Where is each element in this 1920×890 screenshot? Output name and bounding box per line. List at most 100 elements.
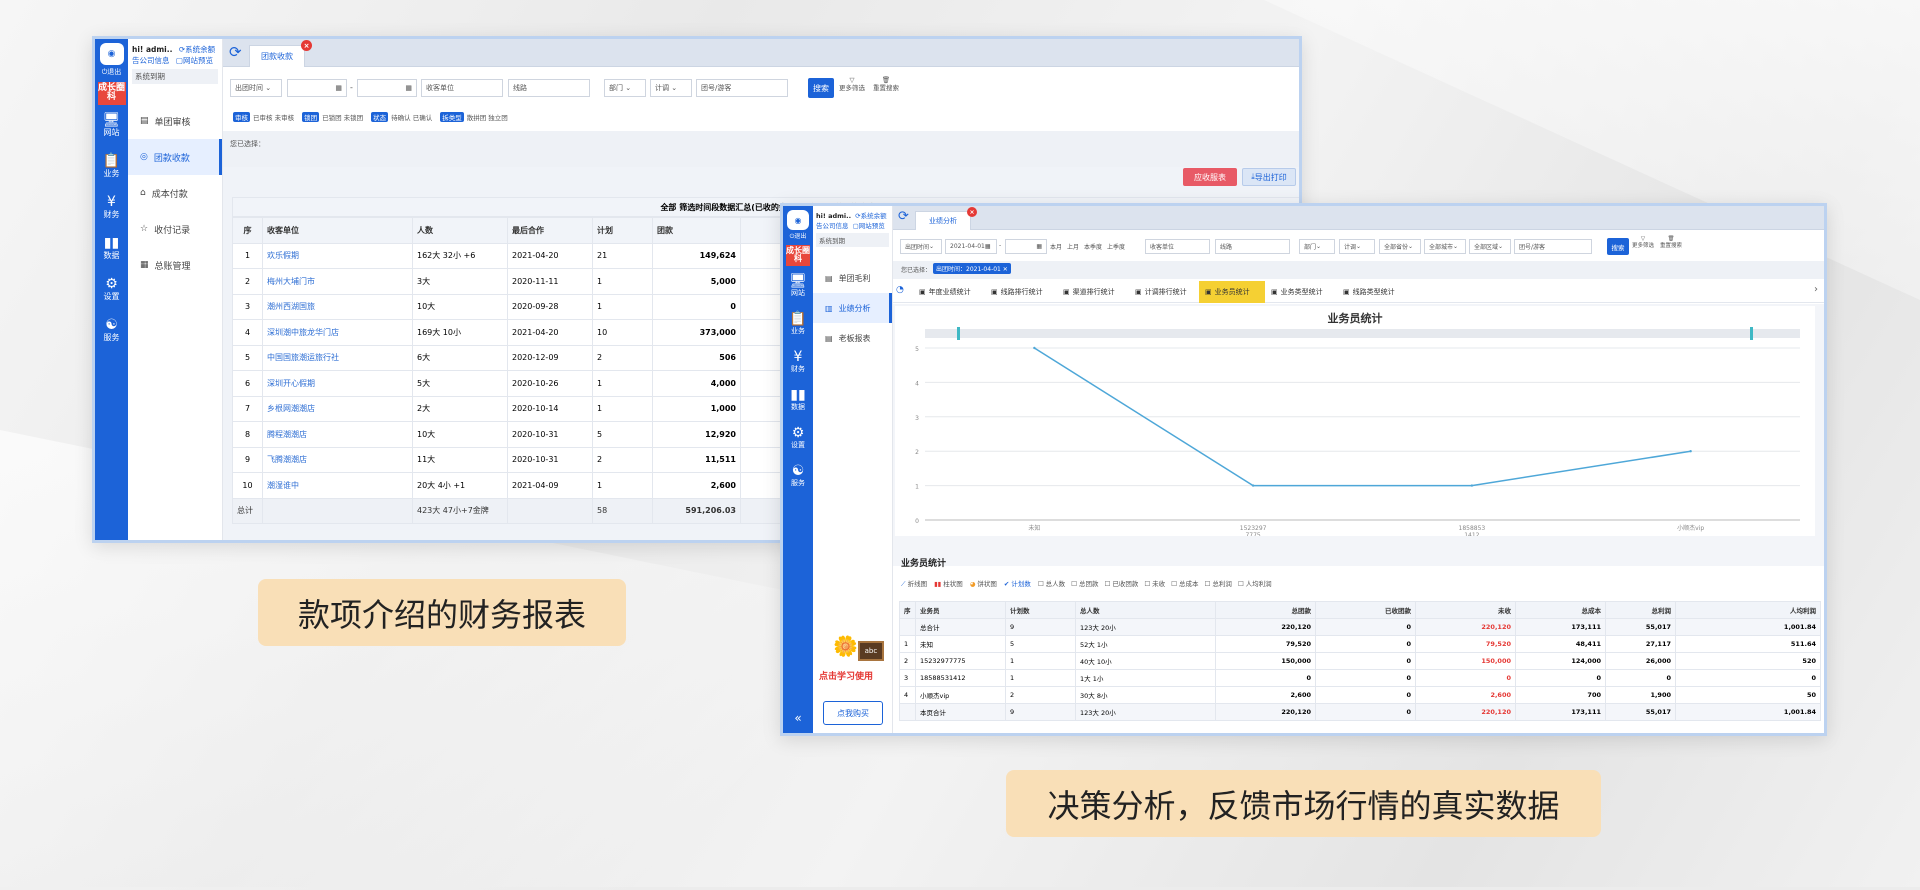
site-preview-link[interactable]: ▢网站预览: [853, 222, 885, 230]
quick-date-link[interactable]: 本季度: [1084, 244, 1102, 251]
rail-item-4[interactable]: ⚙ 设置: [783, 426, 813, 450]
table-cell[interactable]: 深圳开心假期: [262, 370, 413, 397]
column-header[interactable]: 计划: [592, 217, 653, 244]
table-cell[interactable]: 深圳潮中旅龙华门店: [262, 319, 413, 346]
receivable-report-button[interactable]: 应收服表: [1183, 168, 1237, 186]
collapse-button[interactable]: «: [783, 711, 813, 725]
rail-item-3[interactable]: ▮▮ 数据: [95, 236, 128, 261]
view-option-3[interactable]: ✔ 计划数: [1004, 580, 1031, 588]
date-type-select[interactable]: 出团时间 ⌄: [230, 79, 282, 97]
metric-checkbox-3[interactable]: ☐ 未收: [1144, 580, 1165, 588]
column-header[interactable]: 人均利润: [1675, 601, 1821, 619]
more-filter-button[interactable]: ▽ 更多筛选: [1632, 236, 1654, 249]
menu-item-3[interactable]: ☆ 收付记录: [128, 211, 222, 247]
refresh-icon[interactable]: ⟳: [229, 43, 242, 61]
table-cell[interactable]: 梅州大埔门市: [262, 268, 413, 295]
export-print-button[interactable]: ⤓ 导出打印: [1242, 168, 1296, 186]
rail-item-0[interactable]: 🖥 网站: [95, 113, 128, 138]
data-point[interactable]: [1689, 450, 1692, 453]
column-header[interactable]: 总团款: [1215, 601, 1316, 619]
stat-tab-0[interactable]: ▣ 年度业绩统计: [913, 281, 985, 303]
rail-item-0[interactable]: 🖥 网站: [783, 274, 813, 298]
column-header[interactable]: 序: [899, 601, 916, 619]
quick-date-link[interactable]: 上季度: [1107, 244, 1125, 251]
quick-date-link[interactable]: 本月: [1050, 244, 1062, 251]
site-preview-link[interactable]: ▢网站预览: [176, 56, 213, 65]
planner-select[interactable]: 计调 ⌄: [650, 79, 692, 97]
metric-checkbox-5[interactable]: ☐ 总利润: [1204, 580, 1231, 588]
metric-checkbox-4[interactable]: ☐ 总成本: [1171, 580, 1198, 588]
column-header[interactable]: 总成本: [1515, 601, 1606, 619]
chevron-right-icon[interactable]: ›: [1814, 284, 1818, 295]
column-header[interactable]: 业务员: [915, 601, 1006, 619]
column-header[interactable]: 收客单位: [262, 217, 413, 244]
tab-group-receipts[interactable]: 团款收款: [249, 45, 305, 67]
city-select[interactable]: 全部城市 ⌄: [1424, 239, 1466, 254]
column-header[interactable]: 计划数: [1005, 601, 1076, 619]
stat-tab-4[interactable]: ▣ 业务员统计: [1199, 281, 1265, 303]
planner-select[interactable]: 计调 ⌄: [1339, 239, 1375, 254]
status-filter-2[interactable]: 状态 待确认 已确认: [371, 112, 432, 122]
exit-link[interactable]: ⏻退出: [783, 231, 813, 241]
menu-item-0[interactable]: ▤ 单团毛利: [813, 263, 892, 293]
search-button[interactable]: 搜索: [808, 78, 834, 98]
menu-item-1[interactable]: ▥ 业绩分析: [813, 293, 892, 323]
table-cell[interactable]: 潮州西湖国旅: [262, 293, 413, 320]
table-row[interactable]: 1 未知 5 52大 1小 79,520 0 79,520 48,411 27,117 511.6…: [899, 635, 1821, 653]
growth-badge[interactable]: 成长圈科: [786, 245, 810, 266]
column-header[interactable]: 团款: [652, 217, 741, 244]
metric-checkbox-0[interactable]: ☐ 总人数: [1038, 580, 1065, 588]
menu-item-1[interactable]: ◎ 团款收款: [128, 139, 222, 175]
customer-unit-input[interactable]: 收客单位: [421, 79, 503, 97]
group-search-input[interactable]: 团号/游客: [1514, 239, 1592, 254]
status-filter-1[interactable]: 锁团 已锁团 未锁团: [302, 112, 363, 122]
stat-tab-1[interactable]: ▣ 线路排行统计: [985, 281, 1057, 303]
column-header[interactable]: 人数: [412, 217, 508, 244]
growth-badge[interactable]: 成长圈科: [97, 82, 126, 105]
data-point[interactable]: [1033, 346, 1036, 350]
rail-item-4[interactable]: ⚙ 设置: [95, 277, 128, 302]
system-balance-link[interactable]: ⟳系统余额: [179, 45, 215, 54]
table-row[interactable]: 2 15232977775 1 40大 10小 150,000 0 150,000 124,0…: [899, 652, 1821, 670]
dept-select[interactable]: 部门 ⌄: [1299, 239, 1335, 254]
company-info-link[interactable]: 告公司信息: [816, 222, 849, 230]
column-header[interactable]: 已收团款: [1315, 601, 1416, 619]
search-button[interactable]: 搜索: [1607, 238, 1629, 255]
reset-search-button[interactable]: 🗑 重置搜索: [1660, 236, 1682, 249]
reset-search-button[interactable]: 🗑 重置搜索: [873, 76, 899, 93]
start-date-input[interactable]: 2021-04-01 ▦: [945, 239, 997, 254]
column-header[interactable]: 序: [232, 217, 263, 244]
view-option-2[interactable]: ◕ 饼状图: [970, 580, 997, 588]
buy-button[interactable]: 点我购买: [823, 701, 883, 725]
column-header[interactable]: 总人数: [1075, 601, 1216, 619]
refresh-icon[interactable]: ⟳: [898, 209, 909, 224]
column-header[interactable]: 未收: [1415, 601, 1516, 619]
table-row[interactable]: 4 小顺杰vip 2 30大 8小 2,600 0 2,600 700 1,900 50: [899, 686, 1821, 704]
company-info-link[interactable]: 告公司信息: [132, 56, 170, 65]
stat-tab-3[interactable]: ▣ 计调排行统计: [1129, 281, 1199, 303]
zoom-slider-track[interactable]: [925, 329, 1800, 338]
view-option-1[interactable]: ▮▮ 柱状图: [934, 580, 963, 588]
menu-item-2[interactable]: ⌂ 成本付款: [128, 175, 222, 211]
table-cell[interactable]: 中国国旅潮运旅行社: [262, 344, 413, 371]
table-row[interactable]: 3 18588531412 1 1大 1小 0 0 0 0 0 0: [899, 669, 1821, 687]
customer-unit-input[interactable]: 收客单位: [1145, 239, 1210, 254]
table-cell[interactable]: 潮湿谁中: [262, 472, 413, 499]
stat-tab-5[interactable]: ▣ 业务类型统计: [1265, 281, 1337, 303]
more-filter-button[interactable]: ▽ 更多筛选: [839, 76, 865, 93]
selected-chip[interactable]: 出团时间：2021-04-01 ✕: [933, 263, 1011, 274]
rail-item-1[interactable]: 📋 业务: [95, 154, 128, 179]
close-tab-icon[interactable]: ×: [301, 40, 312, 51]
zoom-handle-left[interactable]: [957, 327, 960, 340]
menu-item-4[interactable]: ▦ 总账管理: [128, 247, 222, 283]
table-cell[interactable]: 飞腾潮潮店: [262, 446, 413, 473]
view-option-0[interactable]: ⟋ 折线图: [901, 580, 927, 588]
table-cell[interactable]: 腾程潮潮店: [262, 421, 413, 448]
data-point[interactable]: [1470, 484, 1474, 487]
column-header[interactable]: 总利润: [1605, 601, 1676, 619]
status-filter-3[interactable]: 拆类型 散拼团 独立团: [440, 112, 508, 122]
rail-item-2[interactable]: ¥ 财务: [95, 195, 128, 220]
stat-tab-2[interactable]: ▣ 渠道排行统计: [1057, 281, 1129, 303]
group-search-input[interactable]: 团号/游客: [696, 79, 788, 97]
menu-item-2[interactable]: ▤ 老板报表: [813, 323, 892, 353]
